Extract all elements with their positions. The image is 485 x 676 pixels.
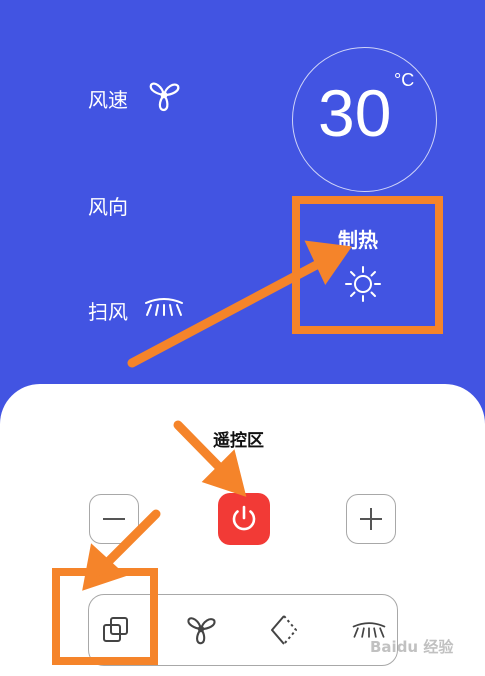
power-button[interactable] xyxy=(218,493,270,545)
power-icon xyxy=(232,505,256,531)
mode-switch-button[interactable] xyxy=(98,612,134,648)
temperature-value: 30 xyxy=(318,76,392,150)
fan-direction-label: 风向 xyxy=(88,195,128,219)
temperature-unit: °C xyxy=(394,70,415,90)
swing-icon xyxy=(145,298,183,316)
increase-button[interactable] xyxy=(346,494,396,544)
watermark: Baidu 经验 xyxy=(370,638,454,656)
remote-title: 遥控区 xyxy=(213,431,264,451)
sun-icon xyxy=(345,266,381,302)
wind-direction-icon xyxy=(271,615,297,645)
fan-icon xyxy=(187,617,216,645)
fan-icon xyxy=(149,82,180,112)
plus-icon xyxy=(360,508,382,530)
fan-speed-button[interactable] xyxy=(183,612,219,648)
decrease-button[interactable] xyxy=(89,494,139,544)
mode-label: 制热 xyxy=(338,228,378,252)
wind-direction-button[interactable] xyxy=(266,612,302,648)
minus-icon xyxy=(103,518,125,520)
status-panel xyxy=(0,0,485,420)
fan-speed-label: 风速 xyxy=(88,88,128,112)
mode-switch-icon xyxy=(103,617,128,642)
swing-label: 扫风 xyxy=(88,300,128,324)
